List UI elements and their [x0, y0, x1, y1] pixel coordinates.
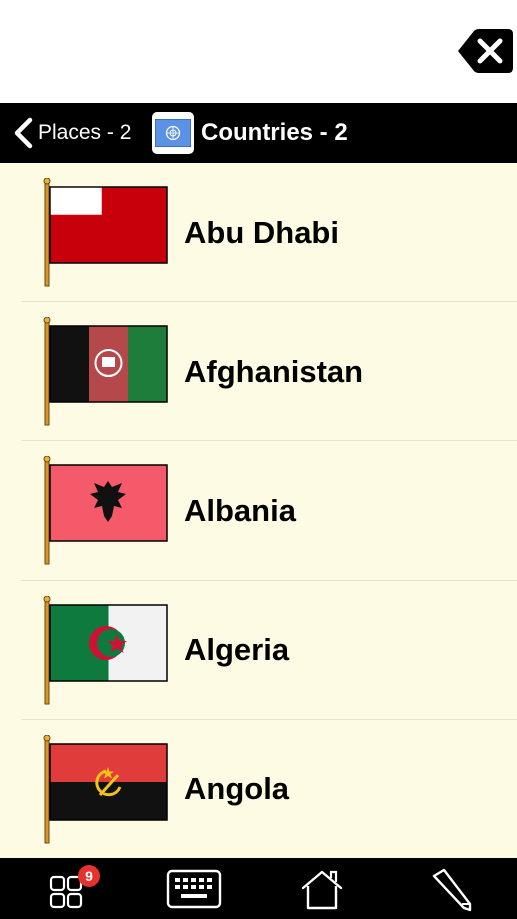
edit-button[interactable]	[424, 858, 478, 919]
top-bar	[0, 0, 517, 103]
home-button[interactable]	[296, 858, 348, 919]
backspace-x-icon	[458, 29, 513, 73]
grid-notification-badge: 9	[78, 865, 100, 887]
nav-bar: Places - 2 Countries - 2	[0, 103, 517, 163]
country-name: Angola	[184, 771, 290, 807]
back-button-label: Places - 2	[38, 121, 132, 144]
list-item[interactable]: Afghanistan	[0, 302, 517, 442]
list-item[interactable]: Albania	[0, 441, 517, 581]
clear-button[interactable]	[456, 27, 514, 75]
home-icon	[301, 870, 343, 909]
page-title: Countries - 2	[201, 119, 348, 146]
list-item[interactable]: Abu Dhabi	[0, 163, 517, 303]
list-item[interactable]: Angola	[0, 720, 517, 858]
country-name: Albania	[184, 492, 296, 528]
back-button[interactable]: Places - 2	[10, 103, 131, 163]
chevron-left-icon	[10, 116, 36, 150]
country-list: Abu Dhabi Afghanistan Albania Algeria An…	[0, 163, 517, 858]
country-name: Algeria	[184, 632, 290, 668]
algeria-flag-icon	[38, 595, 170, 706]
list-item[interactable]: Algeria	[0, 581, 517, 720]
afghanistan-flag-icon	[38, 317, 170, 427]
abu-dhabi-flag-icon	[38, 178, 170, 288]
pencil-icon	[432, 868, 472, 911]
bottom-toolbar	[0, 858, 517, 919]
angola-flag-icon	[38, 734, 170, 845]
keyboard-button[interactable]	[162, 858, 226, 919]
country-name: Afghanistan	[184, 353, 364, 389]
country-name: Abu Dhabi	[184, 214, 339, 250]
albania-flag-icon	[38, 456, 170, 566]
un-flag-icon	[152, 112, 194, 154]
keyboard-icon	[166, 869, 222, 908]
